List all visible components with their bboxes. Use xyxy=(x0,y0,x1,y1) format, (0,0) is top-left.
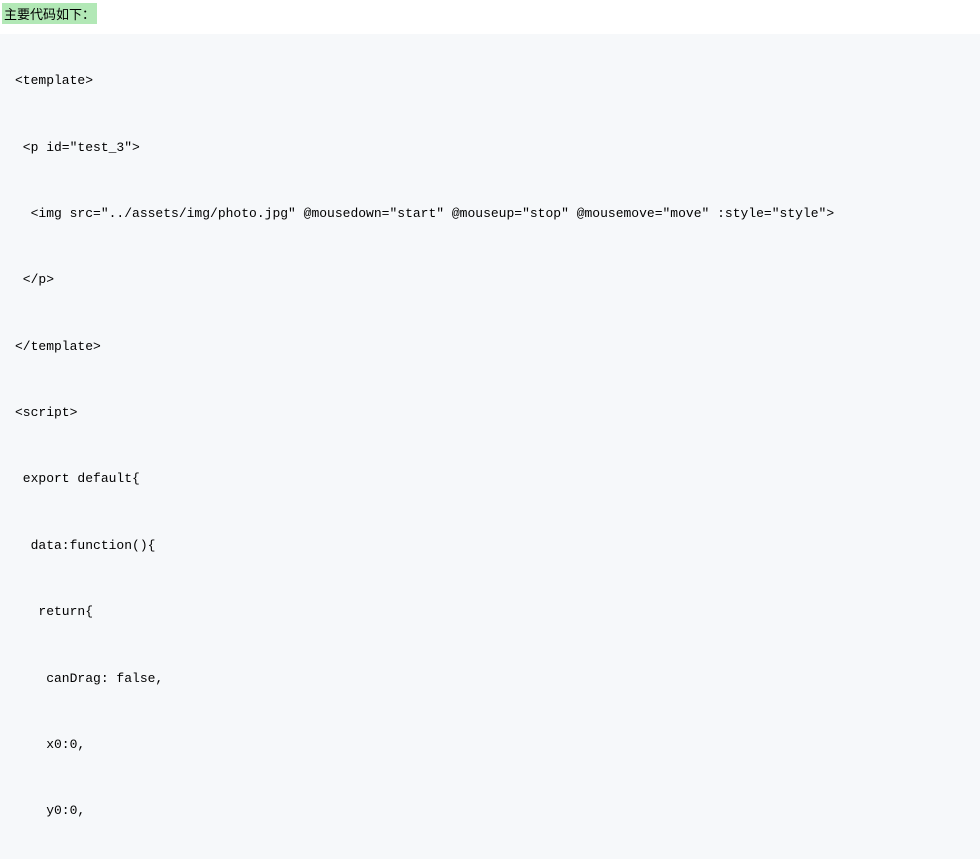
code-line: <template> xyxy=(15,72,965,90)
code-line: canDrag: false, xyxy=(15,670,965,688)
code-line: <script> xyxy=(15,404,965,422)
code-line: <img src="../assets/img/photo.jpg" @mous… xyxy=(15,205,965,223)
code-line: x0:0, xyxy=(15,736,965,754)
code-line: <p id="test_3"> xyxy=(15,139,965,157)
code-line: return{ xyxy=(15,603,965,621)
code-block: <template> <p id="test_3"> <img src="../… xyxy=(0,34,980,859)
code-line: </p> xyxy=(15,271,965,289)
code-line: export default{ xyxy=(15,470,965,488)
code-line: </template> xyxy=(15,338,965,356)
code-line: data:function(){ xyxy=(15,537,965,555)
code-line: y0:0, xyxy=(15,802,965,820)
section-heading: 主要代码如下： xyxy=(2,3,97,24)
